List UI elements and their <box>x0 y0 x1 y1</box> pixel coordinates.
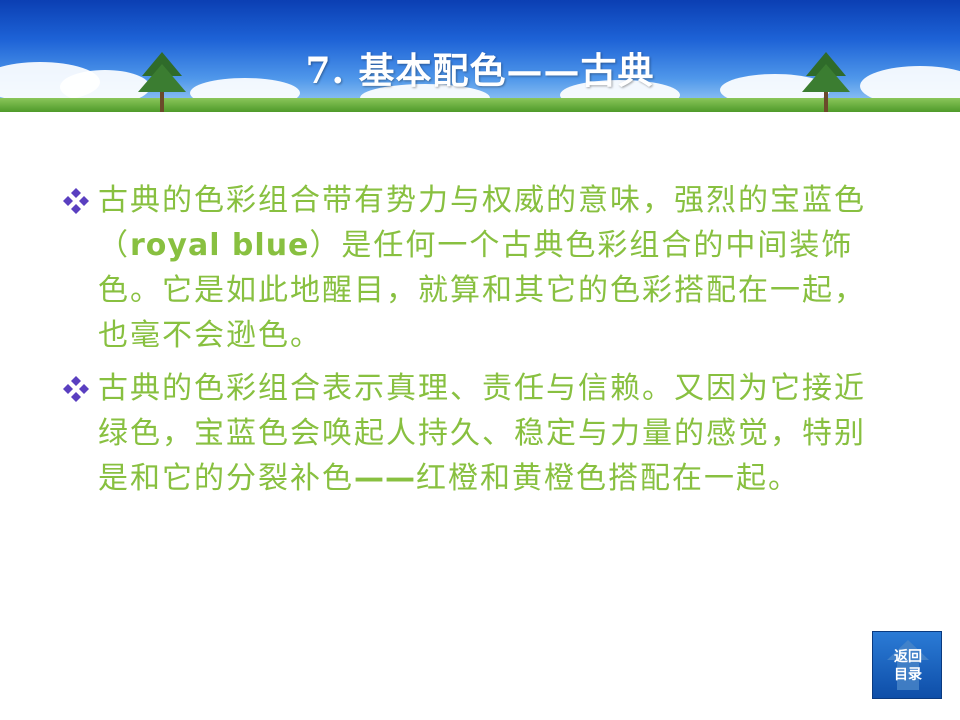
bullet-text-2b: —— <box>354 461 416 496</box>
diamond-cluster-icon <box>63 376 89 402</box>
bullet-text-1b: royal blue <box>130 228 310 263</box>
diamond-cluster-icon <box>63 188 89 214</box>
return-to-toc-button[interactable]: 返回 目录 <box>872 631 942 699</box>
bullet-item: 古典的色彩组合带有势力与权威的意味，强烈的宝蓝色（royal blue）是任何一… <box>60 178 890 358</box>
header-banner: 7. 基本配色——古典 <box>0 0 960 112</box>
return-to-toc-label: 返回 目录 <box>894 649 922 683</box>
bullet-text-2c: 红橙和黄橙色搭配在一起。 <box>416 461 800 496</box>
slide-title: 7. 基本配色——古典 <box>305 50 655 92</box>
slide-body: 古典的色彩组合带有势力与权威的意味，强烈的宝蓝色（royal blue）是任何一… <box>60 178 890 509</box>
bullet-item: 古典的色彩组合表示真理、责任与信赖。又因为它接近绿色，宝蓝色会唤起人持久、稳定与… <box>60 366 890 501</box>
